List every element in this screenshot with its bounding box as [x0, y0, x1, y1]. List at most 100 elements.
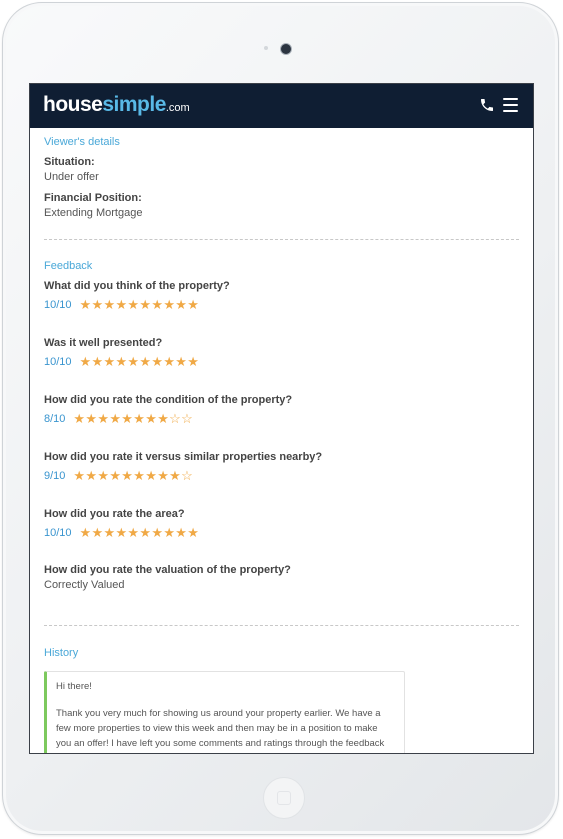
star-filled-icon: ★	[127, 525, 140, 540]
phone-icon[interactable]	[479, 97, 495, 113]
star-filled-icon: ★	[133, 411, 146, 426]
star-filled-icon: ★	[139, 297, 152, 312]
feedback-item: How did you rate the area? 10/10 ★★★★★★★★★…	[44, 508, 519, 541]
feedback-item: What did you think of the property? 10/10…	[44, 280, 519, 313]
star-filled-icon: ★	[151, 354, 164, 369]
star-filled-icon: ★	[163, 525, 176, 540]
star-filled-icon: ★	[85, 468, 98, 483]
star-filled-icon: ★	[151, 297, 164, 312]
star-filled-icon: ★	[103, 354, 116, 369]
star-filled-icon: ★	[145, 411, 158, 426]
star-filled-icon: ★	[157, 468, 170, 483]
screen: housesimple.com Viewer's details Situati…	[29, 83, 534, 754]
financial-position-value: Extending Mortgage	[44, 207, 143, 219]
history-heading: History	[44, 647, 79, 659]
star-filled-icon: ★	[79, 297, 92, 312]
content: Viewer's details Situation: Under offer …	[30, 136, 533, 753]
star-filled-icon: ★	[127, 354, 140, 369]
feedback-question: How did you rate it versus similar prope…	[44, 451, 323, 463]
feedback-item: How did you rate it versus similar prope…	[44, 451, 519, 484]
valuation-answer: Correctly Valued	[44, 579, 125, 591]
rating-score: 10/10	[44, 356, 72, 368]
star-filled-icon: ★	[79, 354, 92, 369]
star-outline-icon: ☆	[181, 468, 194, 483]
star-filled-icon: ★	[109, 468, 122, 483]
rating-row: 10/10 ★★★★★★★★★★	[44, 354, 519, 370]
star-rating: ★★★★★★★★★★	[80, 296, 200, 314]
star-filled-icon: ★	[85, 411, 98, 426]
star-rating: ★★★★★★★★★☆	[73, 467, 193, 485]
history-message: Hi there! Thank you very much for showin…	[44, 671, 405, 753]
rating-score: 10/10	[44, 299, 72, 311]
feedback-item: Was it well presented? 10/10 ★★★★★★★★★★	[44, 337, 519, 370]
star-filled-icon: ★	[175, 354, 188, 369]
feedback-item: How did you rate the condition of the pr…	[44, 394, 519, 427]
financial-position-label: Financial Position:	[44, 192, 142, 204]
star-filled-icon: ★	[91, 297, 104, 312]
feedback-question: How did you rate the area?	[44, 508, 185, 520]
star-filled-icon: ★	[91, 354, 104, 369]
home-square-icon	[277, 791, 291, 805]
rating-score: 8/10	[44, 413, 66, 425]
star-rating: ★★★★★★★★☆☆	[73, 410, 193, 428]
star-filled-icon: ★	[115, 354, 128, 369]
divider	[44, 239, 519, 240]
navbar: housesimple.com	[30, 84, 533, 128]
feedback-question: What did you think of the property?	[44, 280, 230, 292]
star-outline-icon: ☆	[181, 411, 194, 426]
feedback-heading: Feedback	[44, 260, 93, 272]
star-filled-icon: ★	[121, 468, 134, 483]
star-filled-icon: ★	[175, 297, 188, 312]
camera-icon	[280, 43, 292, 55]
viewer-details-heading: Viewer's details	[44, 136, 120, 148]
sensor	[264, 46, 268, 50]
star-filled-icon: ★	[109, 411, 122, 426]
message-body: Thank you very much for showing us aroun…	[56, 708, 385, 749]
star-filled-icon: ★	[73, 411, 86, 426]
logo-tld: .com	[165, 102, 190, 114]
star-filled-icon: ★	[163, 354, 176, 369]
star-filled-icon: ★	[187, 525, 200, 540]
star-filled-icon: ★	[97, 468, 110, 483]
rating-score: 10/10	[44, 527, 72, 539]
star-filled-icon: ★	[115, 525, 128, 540]
star-filled-icon: ★	[139, 525, 152, 540]
star-outline-icon: ☆	[169, 411, 182, 426]
star-filled-icon: ★	[187, 354, 200, 369]
rating-row: 10/10 ★★★★★★★★★★	[44, 525, 519, 541]
divider	[44, 625, 519, 626]
star-filled-icon: ★	[121, 411, 134, 426]
logo-main: house	[43, 93, 103, 116]
star-filled-icon: ★	[133, 468, 146, 483]
star-rating: ★★★★★★★★★★	[80, 353, 200, 371]
star-filled-icon: ★	[91, 525, 104, 540]
star-filled-icon: ★	[127, 297, 140, 312]
star-filled-icon: ★	[115, 297, 128, 312]
home-button[interactable]	[263, 777, 305, 819]
star-filled-icon: ★	[97, 411, 110, 426]
star-filled-icon: ★	[139, 354, 152, 369]
valuation-question: How did you rate the valuation of the pr…	[44, 564, 291, 576]
star-filled-icon: ★	[145, 468, 158, 483]
star-filled-icon: ★	[187, 297, 200, 312]
feedback-question: Was it well presented?	[44, 337, 163, 349]
star-filled-icon: ★	[163, 297, 176, 312]
message-greeting: Hi there!	[56, 681, 92, 692]
star-filled-icon: ★	[103, 297, 116, 312]
rating-score: 9/10	[44, 470, 66, 482]
star-filled-icon: ★	[175, 525, 188, 540]
logo[interactable]: housesimple.com	[43, 93, 190, 120]
star-filled-icon: ★	[151, 525, 164, 540]
star-filled-icon: ★	[157, 411, 170, 426]
logo-accent: simple	[102, 93, 166, 116]
situation-value: Under offer	[44, 171, 99, 183]
star-filled-icon: ★	[169, 468, 182, 483]
rating-row: 8/10 ★★★★★★★★☆☆	[44, 411, 519, 427]
rating-row: 9/10 ★★★★★★★★★☆	[44, 468, 519, 484]
hamburger-menu-icon[interactable]	[503, 98, 518, 112]
situation-label: Situation:	[44, 156, 95, 168]
star-filled-icon: ★	[79, 525, 92, 540]
star-rating: ★★★★★★★★★★	[80, 524, 200, 542]
feedback-list: What did you think of the property? 10/10…	[44, 280, 519, 541]
feedback-question: How did you rate the condition of the pr…	[44, 394, 293, 406]
